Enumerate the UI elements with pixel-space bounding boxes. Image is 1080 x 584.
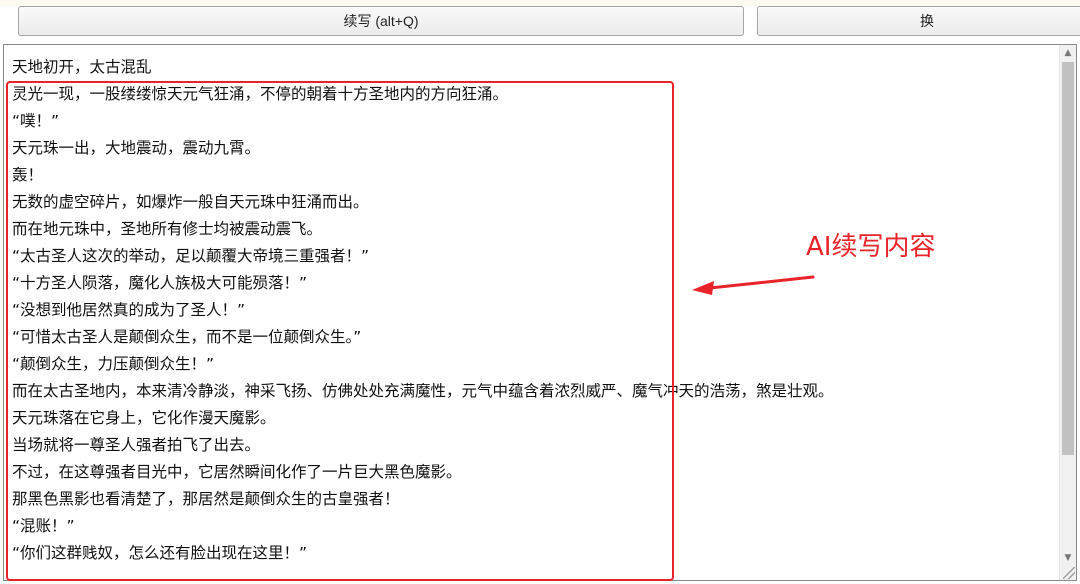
text-line: 天元珠一出，大地震动，震动九霄。	[12, 139, 261, 157]
text-line: “十方圣人陨落，魔化人族极大可能殒落！”	[12, 274, 308, 292]
story-text-area[interactable]: 天地初开，太古混乱灵光一现，一股缕缕惊天元气狂涌，不停的朝着十方圣地内的方向狂涌…	[3, 44, 1077, 581]
vertical-scrollbar[interactable]: ▲ ▼	[1059, 45, 1076, 580]
resize-grip-icon[interactable]	[1063, 567, 1075, 579]
text-line: “你们这群贱奴，怎么还有脸出现在这里！”	[12, 544, 308, 562]
text-line: “混账！”	[12, 517, 75, 535]
scroll-down-arrow-icon[interactable]: ▼	[1060, 550, 1076, 566]
text-line: 轰！	[12, 166, 44, 184]
text-line: 不过，在这尊强者目光中，它居然瞬间化作了一片巨大黑色魔影。	[12, 463, 462, 481]
text-line: 灵光一现，一股缕缕惊天元气狂涌，不停的朝着十方圣地内的方向狂涌。	[12, 85, 509, 103]
text-line: 当场就将一尊圣人强者拍飞了出去。	[12, 436, 261, 454]
scroll-up-arrow-icon[interactable]: ▲	[1060, 45, 1076, 61]
switch-button[interactable]: 换	[757, 6, 1080, 36]
text-line: 天元珠落在它身上，它化作漫天魔影。	[12, 409, 276, 427]
text-line: “噗！”	[12, 112, 60, 130]
story-text-lines: 天地初开，太古混乱灵光一现，一股缕缕惊天元气狂涌，不停的朝着十方圣地内的方向狂涌…	[12, 54, 1056, 567]
annotation-label: AI续写内容	[806, 232, 936, 262]
scrollbar-thumb[interactable]	[1062, 62, 1074, 455]
text-line: 而在太古圣地内，本来清冷静淡，神采飞扬、仿佛处处充满魔性，元气中蕴含着浓烈威严、…	[12, 382, 834, 400]
left-arrow-icon	[692, 275, 815, 295]
text-line: “没想到他居然真的成为了圣人！”	[12, 301, 246, 319]
text-line: “颠倒众生，力压颠倒众生！”	[12, 355, 215, 373]
text-line: “可惜太古圣人是颠倒众生，而不是一位颠倒众生。”	[12, 328, 362, 346]
text-line: 无数的虚空碎片，如爆炸一般自天元珠中狂涌而出。	[12, 193, 369, 211]
text-line: 天地初开，太古混乱	[12, 58, 152, 76]
text-line: 那黑色黑影也看清楚了，那居然是颠倒众生的古皇强者！	[12, 490, 400, 508]
continue-writing-button[interactable]: 续写 (alt+Q)	[18, 6, 744, 36]
